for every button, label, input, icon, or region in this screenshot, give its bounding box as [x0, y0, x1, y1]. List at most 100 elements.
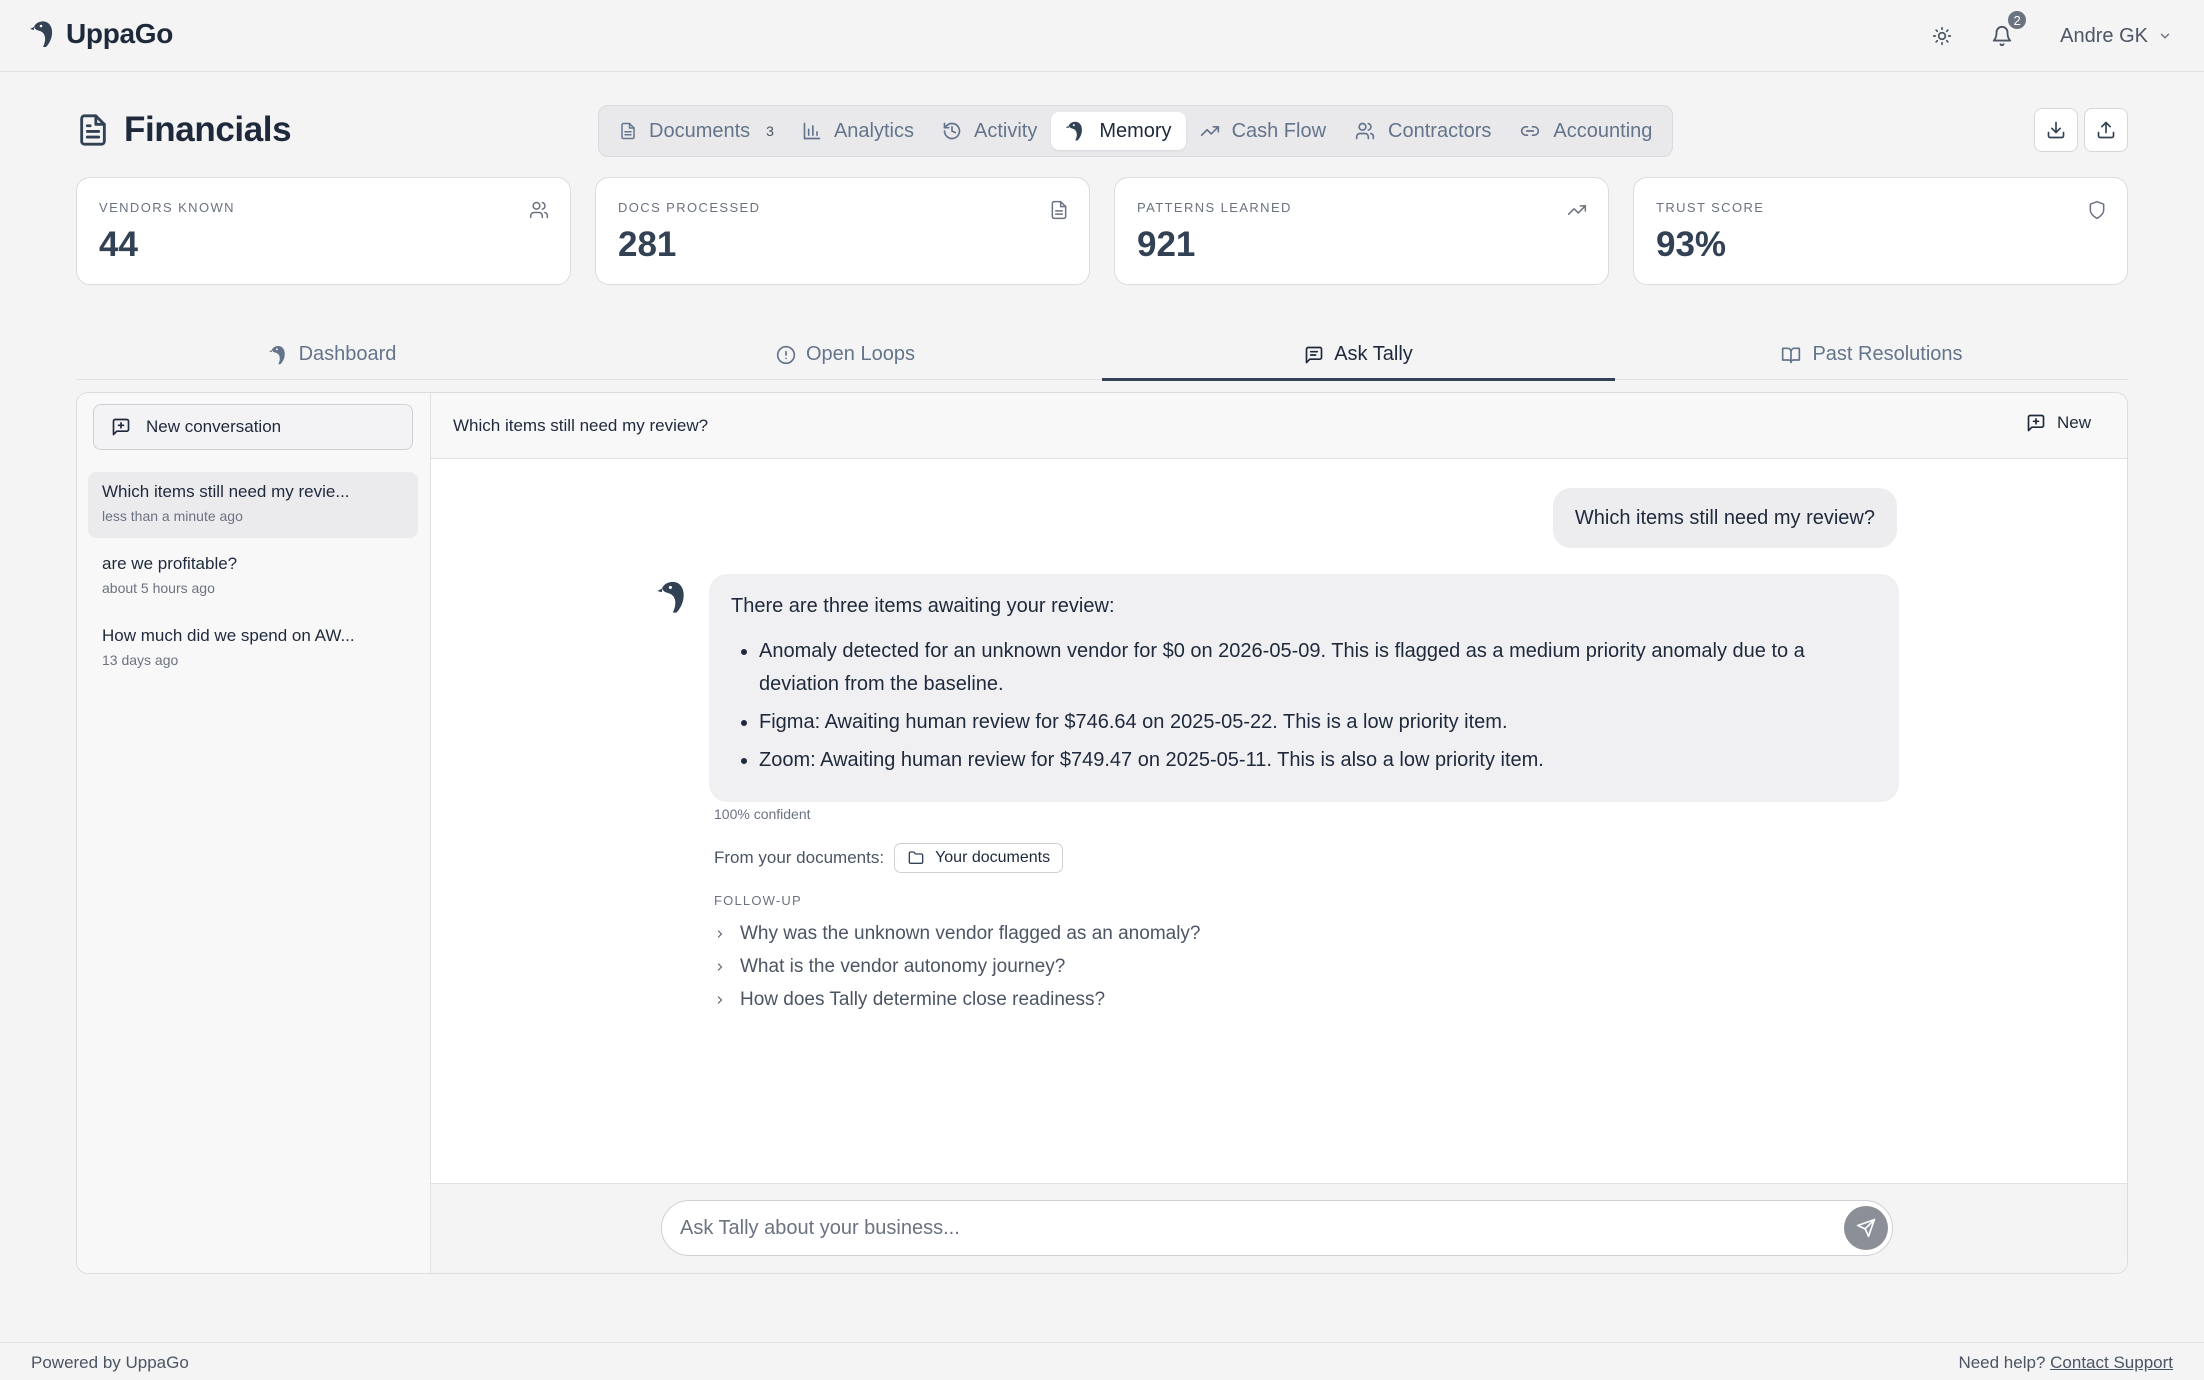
conversation-sidebar: New conversation Which items still need … [77, 393, 431, 1273]
tab-cash-flow[interactable]: Cash Flow [1186, 112, 1340, 150]
stat-value: 281 [618, 225, 677, 264]
conversation-item[interactable]: are we profitable? about 5 hours ago [88, 544, 418, 610]
user-message-text: Which items still need my review? [1574, 506, 1875, 529]
stat-card-trust: TRUST SCORE 93% [1633, 177, 2128, 285]
subtab-ask-tally[interactable]: Ask Tally [1102, 330, 1615, 381]
send-button[interactable] [1844, 1206, 1888, 1250]
chevron-right-icon [714, 927, 726, 941]
assistant-bullet: Figma: Awaiting human review for $746.64… [759, 706, 1877, 739]
footer-help: Need help? Contact Support [1958, 1353, 2173, 1373]
bird-icon [1065, 120, 1087, 142]
header-actions [2034, 108, 2128, 152]
trending-up-icon [1566, 200, 1588, 220]
notifications-button[interactable]: 2 [1980, 9, 2029, 58]
sources-row: From your documents: Your documents [714, 843, 1064, 873]
stat-value: 921 [1137, 225, 1196, 264]
chat-input[interactable]: Ask Tally about your business... [661, 1200, 1893, 1256]
user-name: Andre GK [2060, 24, 2148, 47]
tab-accounting[interactable]: Accounting [1505, 112, 1666, 150]
download-icon [2046, 120, 2066, 140]
memory-subtabs: Dashboard Open Loops Ask Tally Past Reso… [76, 330, 2128, 381]
users-icon [528, 200, 550, 220]
page-header: Financials Documents 3 Analytics Activit… [76, 104, 2128, 157]
link-icon [1519, 121, 1541, 141]
source-chip-label: Your documents [935, 849, 1051, 866]
contact-support-link[interactable]: Contact Support [2050, 1353, 2173, 1372]
chat-composer: Ask Tally about your business... [431, 1183, 2127, 1273]
shield-icon [2087, 200, 2107, 220]
conversation-item[interactable]: How much did we spend on AW... 13 days a… [88, 616, 418, 682]
upload-icon [2096, 120, 2116, 140]
message-plus-icon [110, 417, 132, 437]
new-chat-button[interactable]: New [2025, 413, 2091, 433]
tab-analytics[interactable]: Analytics [788, 112, 928, 150]
tab-activity[interactable]: Activity [928, 112, 1051, 150]
tab-label: Accounting [1553, 119, 1653, 142]
tab-label: Memory [1099, 119, 1172, 142]
conversation-title: How much did we spend on AW... [102, 626, 355, 645]
conversation-list: Which items still need my revie... less … [88, 472, 418, 688]
followup-item[interactable]: Why was the unknown vendor flagged as an… [714, 917, 1201, 950]
footer: Powered by UppaGo Need help? Contact Sup… [0, 1342, 2204, 1380]
confidence-label: 100% confident [714, 806, 811, 822]
followup-text: What is the vendor autonomy journey? [740, 955, 1066, 977]
followup-text: How does Tally determine close readiness… [740, 988, 1106, 1010]
subtab-label: Past Resolutions [1812, 343, 1963, 365]
new-conversation-button[interactable]: New conversation [93, 404, 413, 450]
ask-tally-panel: New conversation Which items still need … [76, 392, 2128, 1274]
tab-label: Activity [973, 119, 1038, 142]
users-icon [1354, 121, 1376, 141]
sun-icon [1932, 26, 1952, 46]
download-button[interactable] [2034, 108, 2078, 152]
followup-item[interactable]: How does Tally determine close readiness… [714, 983, 1201, 1016]
message-plus-icon [2025, 413, 2047, 433]
user-menu[interactable]: Andre GK [2060, 25, 2172, 48]
bird-icon [268, 344, 289, 366]
stat-value: 44 [99, 225, 138, 264]
chat-header: Which items still need my review? New [431, 393, 2127, 459]
stat-value: 93% [1656, 225, 1727, 264]
conversation-time: 13 days ago [102, 652, 179, 668]
conversation-item[interactable]: Which items still need my revie... less … [88, 472, 418, 538]
new-chat-label: New [2056, 413, 2091, 432]
app-logo[interactable]: UppaGo [30, 18, 173, 50]
top-bar: UppaGo 2 Andre GK [0, 0, 2204, 72]
chat-area: Which items still need my review? New Wh… [431, 393, 2127, 1273]
followup-item[interactable]: What is the vendor autonomy journey? [714, 950, 1201, 983]
folder-icon [907, 850, 925, 866]
trending-up-icon [1200, 121, 1220, 141]
chevron-down-icon [2158, 29, 2172, 43]
app-name: UppaGo [66, 18, 174, 49]
document-icon [619, 121, 637, 141]
chevron-right-icon [714, 993, 726, 1007]
document-icon [76, 111, 110, 149]
source-chip[interactable]: Your documents [894, 843, 1064, 873]
alert-circle-icon [776, 345, 796, 365]
help-prefix: Need help? [1958, 1353, 2046, 1372]
tab-documents[interactable]: Documents 3 [605, 112, 788, 150]
theme-toggle-button[interactable] [1920, 14, 1964, 58]
subtab-dashboard[interactable]: Dashboard [76, 330, 589, 379]
file-icon [1049, 200, 1069, 220]
conversation-title: Which items still need my revie... [102, 482, 350, 501]
new-conversation-label: New conversation [146, 417, 282, 436]
stat-label: VENDORS KNOWN [99, 200, 235, 215]
book-open-icon [1780, 345, 1802, 365]
stat-label: TRUST SCORE [1656, 200, 1765, 215]
subtab-open-loops[interactable]: Open Loops [589, 330, 1102, 379]
subtab-label: Dashboard [298, 343, 397, 365]
page-title: Financials [76, 110, 292, 150]
notification-badge: 2 [2006, 9, 2029, 31]
assistant-bullet-list: Anomaly detected for an unknown vendor f… [731, 635, 1877, 777]
subtab-label: Open Loops [806, 343, 915, 365]
conversation-time: about 5 hours ago [102, 580, 215, 596]
user-message-bubble: Which items still need my review? [1552, 488, 1897, 548]
powered-by: Powered by UppaGo [31, 1353, 189, 1372]
send-icon [1856, 1218, 1876, 1238]
tab-memory[interactable]: Memory [1051, 112, 1186, 150]
tally-avatar-icon [657, 579, 691, 615]
tab-contractors[interactable]: Contractors [1340, 112, 1505, 150]
chat-title: Which items still need my review? [453, 416, 709, 435]
upload-button[interactable] [2084, 108, 2128, 152]
subtab-past-resolutions[interactable]: Past Resolutions [1615, 330, 2128, 379]
